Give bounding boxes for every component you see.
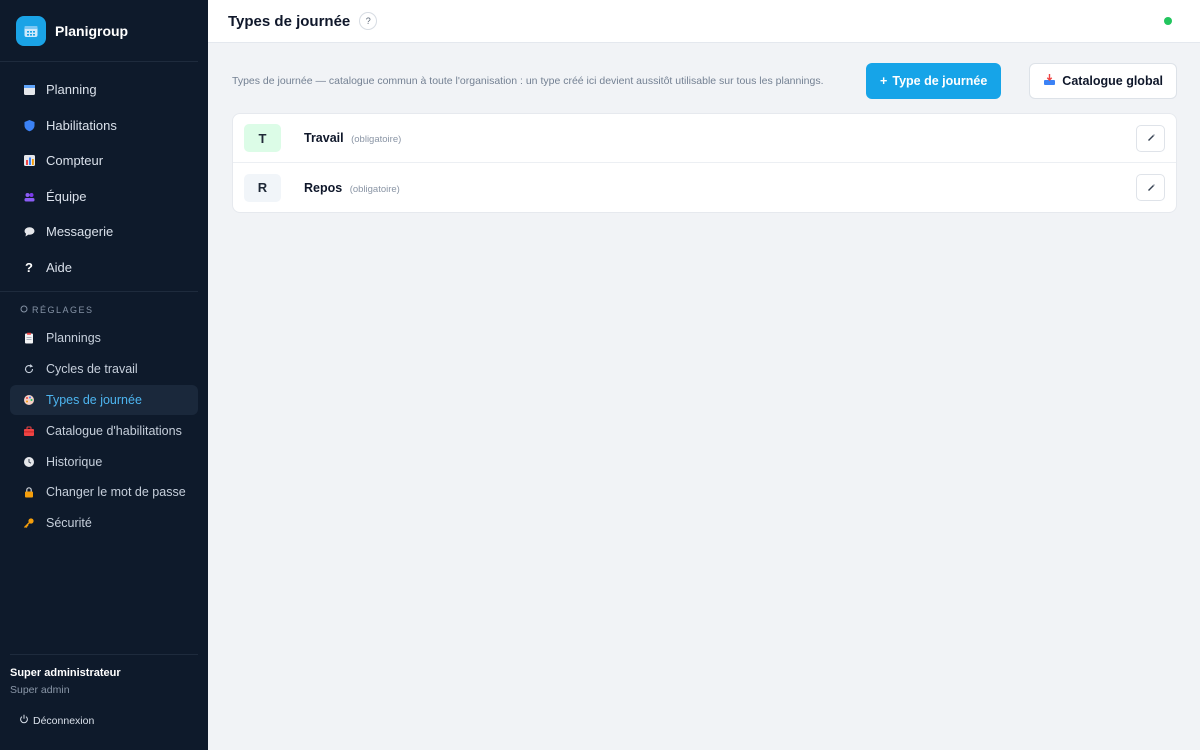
sidebar-item-historique[interactable]: Historique [10,446,198,477]
inbox-tray-icon [1043,73,1056,89]
sidebar-item-types-journee[interactable]: Types de journée [10,384,198,416]
lock-icon [22,485,36,499]
sidebar-item-label: Types de journée [46,392,142,407]
sidebar-item-label: Sécurité [46,516,92,531]
gear-icon [20,305,28,315]
clipboard-icon [22,331,36,345]
nav-item-aide[interactable]: ? Aide [0,250,198,286]
sidebar-item-cycles[interactable]: Cycles de travail [10,354,198,385]
page-title: Types de journée [228,12,351,30]
edit-button[interactable] [1136,174,1165,201]
pencil-icon [1146,129,1156,147]
sidebar: Planigroup Planning Habilitations Compte… [0,0,208,750]
main-area: Types de journée ? Types de journée — ca… [208,0,1200,750]
nav-label: Messagerie [46,224,114,240]
settings-section-label: RÉGLAGES [0,292,208,323]
pencil-icon [1146,179,1156,197]
sidebar-item-label: Catalogue d'habilitations [46,423,182,438]
clock-icon [22,455,36,469]
sidebar-item-label: Historique [46,454,103,469]
mandatory-tag: (obligatoire) [351,134,402,145]
global-catalog-label: Catalogue global [1062,74,1163,88]
day-type-name: Repos (obligatoire) [304,180,400,195]
shield-icon [22,118,36,132]
help-button[interactable]: ? [359,12,378,30]
nav-label: Compteur [46,153,104,169]
nav-item-messagerie[interactable]: Messagerie [0,214,198,250]
sidebar-item-securite[interactable]: Sécurité [10,508,198,539]
main-nav: Planning Habilitations Compteur Équipe M… [0,62,198,292]
user-name: Super administrateur [10,667,121,679]
key-icon [22,516,36,530]
topbar: Types de journée ? [208,0,1200,43]
app-root: Planigroup Planning Habilitations Compte… [0,0,1200,750]
question-icon: ? [25,259,33,275]
day-type-code-badge: T [244,124,281,152]
user-role: Super admin [10,684,70,696]
sidebar-item-plannings[interactable]: Plannings [10,323,198,354]
brand-name: Planigroup [55,22,129,39]
nav-label: Aide [46,259,73,275]
status-indicator [1164,17,1172,25]
edit-button[interactable] [1136,124,1165,152]
brand[interactable]: Planigroup [0,0,198,62]
mandatory-tag: (obligatoire) [349,183,400,195]
page-description: Types de journée — catalogue commun à to… [232,75,824,87]
nav-item-habilitations[interactable]: Habilitations [0,108,198,144]
day-types-list: T Travail (obligatoire) R Repos (obligat… [232,113,1177,213]
day-type-name: Travail (obligatoire) [304,131,402,145]
list-item[interactable]: R Repos (obligatoire) [233,163,1176,212]
nav-label: Planning [46,82,97,98]
nav-item-compteur[interactable]: Compteur [0,143,198,179]
plus-icon: + [880,74,888,88]
sidebar-item-label: Changer le mot de passe [46,485,186,500]
actions-row: Types de journée — catalogue commun à to… [232,63,1177,99]
palette-icon [22,393,36,407]
speech-bubble-icon [22,225,36,239]
toolbox-icon [22,424,36,438]
calendar-icon [16,15,46,46]
sidebar-footer: Super administrateur Super admin Déconne… [10,654,198,750]
nav-item-equipe[interactable]: Équipe [0,179,198,215]
day-type-code-badge: R [244,173,281,202]
logout-label: Déconnexion [33,714,95,727]
bar-chart-icon [22,154,36,168]
sidebar-item-changer-mot-de-passe[interactable]: Changer le mot de passe [10,477,198,508]
nav-label: Habilitations [46,117,117,133]
add-day-type-label: Type de journée [892,74,988,88]
sidebar-item-label: Plannings [46,331,101,346]
calendar-icon [22,83,36,97]
nav-label: Équipe [46,188,87,204]
global-catalog-button[interactable]: Catalogue global [1029,63,1177,99]
sidebar-item-catalogue-habilitations[interactable]: Catalogue d'habilitations [10,415,198,446]
logout-button[interactable]: Déconnexion [10,714,198,727]
content: Types de journée — catalogue commun à to… [208,43,1200,213]
add-day-type-button[interactable]: + Type de journée [866,63,1002,99]
people-icon [22,189,36,203]
power-icon [19,714,29,727]
nav-item-planning[interactable]: Planning [0,72,198,108]
refresh-icon [22,362,36,376]
settings-nav: Plannings Cycles de travail Types de jou… [0,323,208,539]
sidebar-item-label: Cycles de travail [46,362,138,377]
list-item[interactable]: T Travail (obligatoire) [233,114,1176,163]
